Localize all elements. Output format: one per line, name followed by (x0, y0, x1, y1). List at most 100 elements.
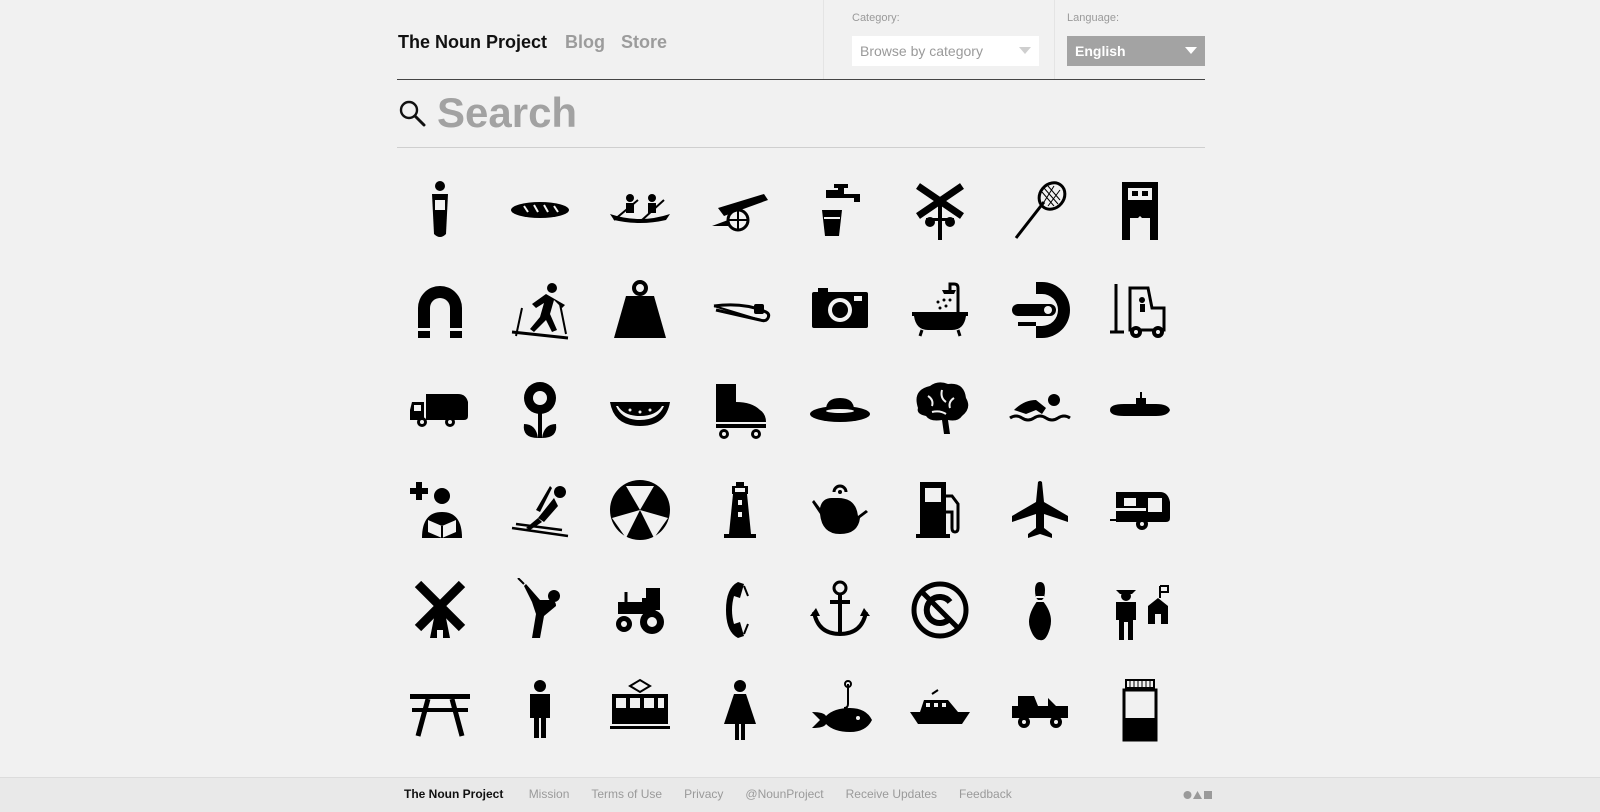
icon-cell[interactable] (800, 670, 880, 750)
icon-cell[interactable] (400, 570, 480, 650)
icon-cell[interactable] (900, 170, 980, 250)
icon-cell[interactable] (800, 270, 880, 350)
gas-pump-icon (916, 482, 960, 538)
icon-cell[interactable] (1000, 470, 1080, 550)
footer-link-mission[interactable]: Mission (529, 787, 570, 801)
weight-icon (614, 280, 666, 338)
shower-bathtub-icon (912, 282, 968, 337)
vending-machine-icon (1122, 182, 1158, 240)
icon-cell[interactable] (1000, 170, 1080, 250)
icon-cell[interactable] (1000, 570, 1080, 650)
mri-scanner-icon (1012, 282, 1070, 338)
icon-cell[interactable] (1100, 270, 1180, 350)
person-in-sleeping-bag-icon (432, 181, 448, 237)
medicine-bottle-icon (1122, 679, 1158, 742)
circle-triangle-square-icon[interactable] (1183, 790, 1213, 800)
ufo-icon (810, 398, 870, 422)
icon-cell[interactable] (1000, 670, 1080, 750)
icon-cell[interactable] (600, 170, 680, 250)
chevron-down-icon (1019, 47, 1031, 54)
page-container: The Noun Project Blog Store Category: Br… (397, 0, 1205, 742)
bowling-pin-icon (1029, 582, 1051, 641)
no-copyright-icon (911, 581, 969, 639)
icon-cell[interactable] (600, 470, 680, 550)
footer-link-feedback[interactable]: Feedback (959, 787, 1012, 801)
submarine-icon (1110, 392, 1170, 416)
icon-cell[interactable] (900, 270, 980, 350)
icon-cell[interactable] (500, 470, 580, 550)
icon-cell[interactable] (700, 570, 780, 650)
icon-cell[interactable] (600, 570, 680, 650)
tram-icon (610, 678, 670, 729)
baguette-icon (511, 202, 569, 218)
rowing-canoe-icon (610, 194, 670, 223)
icon-cell[interactable] (1100, 170, 1180, 250)
category-value: Browse by category (860, 43, 983, 59)
icon-cell[interactable] (800, 170, 880, 250)
icon-cell[interactable] (900, 570, 980, 650)
footer-link-terms-of-use[interactable]: Terms of Use (591, 787, 662, 801)
icon-cell[interactable] (1100, 670, 1180, 750)
icon-cell[interactable] (1100, 370, 1180, 450)
water-tap-icon (822, 184, 860, 236)
header-divider (823, 0, 824, 79)
railroad-crossing-icon (916, 183, 964, 240)
language-dropdown[interactable]: English (1067, 36, 1205, 66)
icon-cell[interactable] (1100, 470, 1180, 550)
telephone-receiver-icon (726, 582, 749, 638)
cannon-icon (712, 194, 768, 232)
icon-cell[interactable] (900, 470, 980, 550)
boat-icon (910, 689, 970, 724)
flower-icon (523, 382, 557, 438)
icon-cell[interactable] (700, 470, 780, 550)
icon-cell[interactable] (400, 170, 480, 250)
footer-link-receive-updates[interactable]: Receive Updates (846, 787, 937, 801)
fish-on-hook-icon (812, 680, 872, 732)
icon-cell[interactable] (400, 270, 480, 350)
category-dropdown[interactable]: Browse by category (852, 36, 1039, 66)
icon-cell[interactable] (600, 670, 680, 750)
footer-link-nounproject[interactable]: @NounProject (745, 787, 823, 801)
first-aid-reader-icon (410, 482, 462, 538)
icon-cell[interactable] (800, 570, 880, 650)
nav-blog[interactable]: Blog (565, 32, 605, 53)
jeep-icon (1012, 696, 1068, 728)
icon-cell[interactable] (500, 670, 580, 750)
icon-cell[interactable] (700, 370, 780, 450)
man-icon (530, 680, 550, 738)
icon-cell[interactable] (400, 370, 480, 450)
garbage-truck-icon (410, 394, 468, 427)
icon-cell[interactable] (600, 370, 680, 450)
icon-cell[interactable] (500, 270, 580, 350)
tractor-icon (616, 588, 664, 634)
icon-cell[interactable] (1000, 370, 1080, 450)
icon-cell[interactable] (700, 270, 780, 350)
icon-cell[interactable] (400, 470, 480, 550)
brand-logo[interactable]: The Noun Project (398, 32, 547, 53)
safety-pin-icon (713, 303, 771, 323)
brain-icon (916, 382, 969, 434)
icon-cell[interactable] (800, 370, 880, 450)
icon-cell[interactable] (1000, 270, 1080, 350)
icon-cell[interactable] (500, 370, 580, 450)
icon-cell[interactable] (1100, 570, 1180, 650)
icon-cell[interactable] (900, 370, 980, 450)
swimmer-icon (1009, 394, 1071, 422)
search-icon[interactable] (398, 99, 426, 127)
icon-cell[interactable] (400, 670, 480, 750)
icon-cell[interactable] (600, 270, 680, 350)
nav-store[interactable]: Store (621, 32, 667, 53)
footer-brand[interactable]: The Noun Project (404, 787, 503, 801)
icon-cell[interactable] (500, 170, 580, 250)
footer-link-privacy[interactable]: Privacy (684, 787, 723, 801)
icon-cell[interactable] (900, 670, 980, 750)
icon-cell[interactable] (700, 170, 780, 250)
header: The Noun Project Blog Store Category: Br… (397, 0, 1205, 80)
icon-cell[interactable] (700, 670, 780, 750)
icon-cell[interactable] (800, 470, 880, 550)
search-input[interactable] (437, 88, 1177, 138)
woman-icon (724, 680, 756, 740)
icon-cell[interactable] (500, 570, 580, 650)
footer-links: The Noun Project Mission Terms of Use Priv… (404, 787, 1034, 801)
language-label: Language: (1067, 12, 1119, 24)
